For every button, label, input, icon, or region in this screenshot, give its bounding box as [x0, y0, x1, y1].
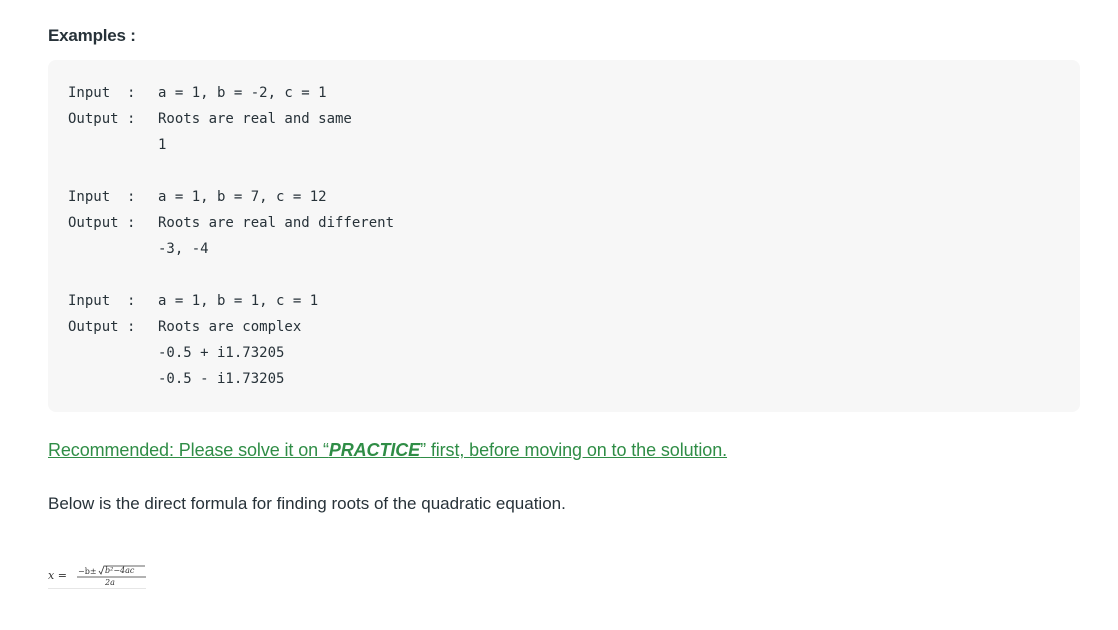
input-label: Input :: [68, 293, 136, 309]
input-value: a = 1, b = -2, c = 1: [158, 85, 327, 101]
code-line-output-continued: -0.5 + i1.73205: [68, 340, 394, 366]
code-line-input: Input : a = 1, b = -2, c = 1: [68, 80, 394, 106]
input-label: Input :: [68, 85, 136, 101]
formula-denominator: 2a: [104, 578, 115, 587]
output-label: Output :: [68, 111, 136, 127]
code-line-input: Input : a = 1, b = 7, c = 12: [68, 184, 394, 210]
quadratic-formula-image: x = −b± b²−4ac 2a: [48, 562, 146, 589]
code-line-output-continued: -3, -4: [68, 236, 394, 262]
code-line-input: Input : a = 1, b = 1, c = 1: [68, 288, 394, 314]
formula-numerator-prefix: −b±: [78, 567, 97, 576]
code-line-output: Output : Roots are real and different: [68, 210, 394, 236]
output-value: Roots are real and same: [158, 111, 352, 127]
output-label: Output :: [68, 319, 136, 335]
code-line-output: Output : Roots are real and same: [68, 106, 394, 132]
output-label: Output :: [68, 215, 136, 231]
formula-radicand: b²−4ac: [105, 566, 135, 575]
formula-lhs: x =: [48, 569, 67, 582]
input-label: Input :: [68, 189, 136, 205]
code-block: Input : a = 1, b = -2, c = 1 Output : Root…: [48, 60, 1080, 412]
output-value: Roots are complex: [158, 319, 302, 335]
practice-link-prefix: Recommended: Please solve it on “: [48, 440, 329, 460]
code-line-output: Output : Roots are complex: [68, 314, 394, 340]
output-value: -3, -4: [158, 241, 209, 257]
input-value: a = 1, b = 1, c = 1: [158, 293, 319, 309]
practice-link[interactable]: Recommended: Please solve it on “PRACTIC…: [48, 440, 727, 461]
quadratic-formula-svg: x = −b± b²−4ac 2a: [48, 565, 146, 587]
output-value: Roots are real and different: [158, 215, 395, 231]
examples-heading: Examples :: [48, 26, 136, 45]
input-value: a = 1, b = 7, c = 12: [158, 189, 327, 205]
output-value: -0.5 - i1.73205: [158, 371, 285, 387]
formula-intro-text: Below is the direct formula for finding …: [48, 494, 566, 513]
output-value: 1: [158, 137, 167, 153]
code-line-output-continued: 1: [68, 132, 394, 158]
practice-link-emphasis: PRACTICE: [328, 440, 421, 460]
output-value: -0.5 + i1.73205: [158, 345, 285, 361]
practice-link-suffix: ” first, before moving on to the solutio…: [420, 440, 728, 460]
code-line-output-continued: -0.5 - i1.73205: [68, 366, 394, 392]
code-lines: Input : a = 1, b = -2, c = 1 Output : Root…: [68, 80, 394, 392]
